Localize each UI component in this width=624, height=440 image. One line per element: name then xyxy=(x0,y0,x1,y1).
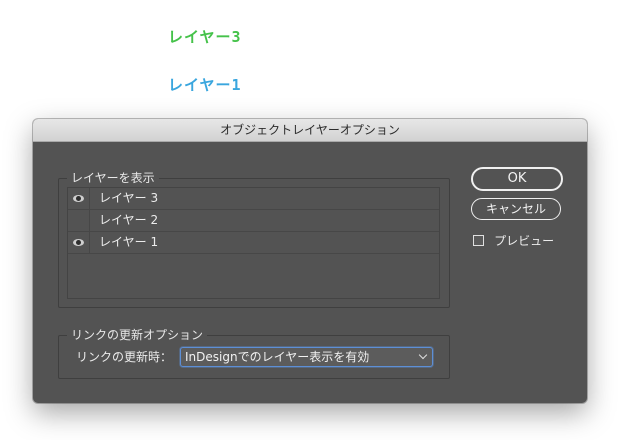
canvas-layer-3-label: レイヤー3 xyxy=(168,28,242,46)
layer-row-3[interactable]: レイヤー 3 xyxy=(68,188,439,210)
link-update-select[interactable]: InDesignでのレイヤー表示を有効 xyxy=(180,347,433,367)
dialog-title: オブジェクトレイヤーオプション xyxy=(33,119,587,142)
link-update-select-value: InDesignでのレイヤー表示を有効 xyxy=(185,350,370,364)
visibility-toggle[interactable] xyxy=(68,232,90,253)
show-layers-group: レイヤーを表示 レイヤー 3 レイヤー 2 レイヤー 1 xyxy=(58,170,450,308)
layer-row-2[interactable]: レイヤー 2 xyxy=(68,210,439,232)
object-layer-options-dialog: オブジェクトレイヤーオプション レイヤーを表示 レイヤー 3 レイヤー 2 レイ… xyxy=(33,119,587,403)
preview-option[interactable]: プレビュー xyxy=(473,230,555,248)
layer-list: レイヤー 3 レイヤー 2 レイヤー 1 xyxy=(67,187,440,299)
show-layers-group-title: レイヤーを表示 xyxy=(67,170,159,186)
cancel-button[interactable]: キャンセル xyxy=(471,198,561,220)
ok-button[interactable]: OK xyxy=(471,167,563,191)
visibility-toggle[interactable] xyxy=(68,188,90,209)
canvas-layer-1-label: レイヤー1 xyxy=(168,76,242,94)
visibility-toggle[interactable] xyxy=(68,210,90,231)
layer-name: レイヤー 2 xyxy=(99,213,159,227)
eye-icon xyxy=(73,195,84,202)
eye-icon xyxy=(73,239,84,246)
preview-checkbox[interactable] xyxy=(473,235,484,246)
link-update-options-group: リンクの更新オプション リンクの更新時： InDesignでのレイヤー表示を有効 xyxy=(58,327,450,379)
chevron-down-icon xyxy=(418,350,428,360)
link-update-group-title: リンクの更新オプション xyxy=(67,327,208,343)
link-update-label: リンクの更新時： xyxy=(76,350,173,364)
layer-row-1[interactable]: レイヤー 1 xyxy=(68,232,439,254)
preview-label: プレビュー xyxy=(494,234,555,248)
layer-name: レイヤー 1 xyxy=(99,235,159,249)
layer-name: レイヤー 3 xyxy=(99,191,159,205)
